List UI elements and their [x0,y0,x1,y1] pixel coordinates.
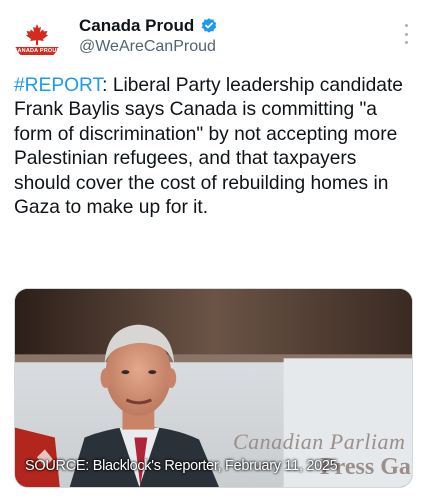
more-dot [404,24,408,27]
more-options-icon[interactable] [403,24,409,44]
account-handle[interactable]: @WeAreCanProud [79,38,216,56]
maple-leaf-icon [26,23,48,45]
tweet-card[interactable]: CANADA PROUD Canada Proud @WeAreCanProud… [0,0,427,500]
verified-badge-icon [201,18,217,33]
media-caption: SOURCE: Blacklock's Reporter, February 1… [25,458,338,474]
avatar[interactable]: CANADA PROUD [14,16,60,62]
display-name[interactable]: Canada Proud [79,16,194,36]
avatar-banner: CANADA PROUD [14,46,60,55]
hashtag-link[interactable]: #REPORT [14,75,102,96]
more-dot [404,41,408,44]
wall-sign-text: Canadian Parliam [233,429,406,454]
tweet-body: : Liberal Party leadership candidate Fra… [14,75,403,219]
more-dot [404,32,408,36]
tweet-text: #REPORT: Liberal Party leadership candid… [14,74,414,220]
tweet-media[interactable]: Canadian Parliam Press Ga SOURCE: Blackl… [14,288,413,488]
